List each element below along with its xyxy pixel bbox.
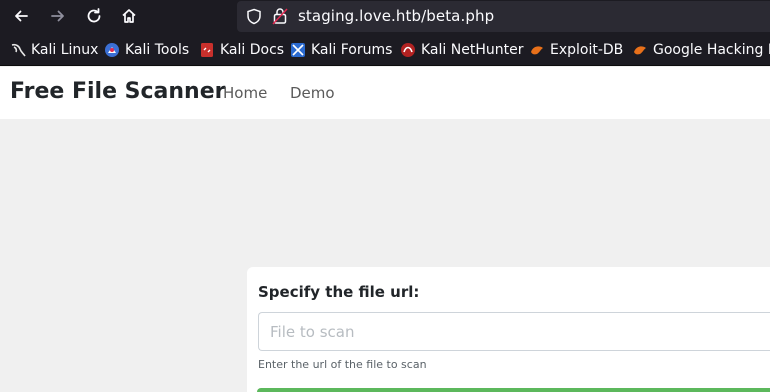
bookmark-label: Kali NetHunter [421, 42, 524, 58]
bookmark-kali-tools[interactable]: Kali Tools [104, 41, 189, 59]
scan-submit-button[interactable] [257, 388, 770, 392]
nethunter-icon [400, 42, 416, 58]
lock-icon[interactable] [272, 7, 288, 25]
bookmark-kali-docs[interactable]: Kali Docs [199, 41, 284, 59]
bookmark-label: Kali Linux [31, 42, 99, 58]
bookmark-kali-forums[interactable]: Kali Forums [290, 41, 392, 59]
bookmark-exploit-db[interactable]: Exploit-DB [529, 41, 623, 59]
forward-button[interactable] [46, 4, 70, 28]
kali-dragon-icon [10, 42, 26, 58]
url-text[interactable]: staging.love.htb/beta.php [298, 7, 494, 25]
nav-link-demo[interactable]: Demo [290, 84, 335, 102]
home-button[interactable] [117, 4, 141, 28]
back-arrow-icon [15, 10, 28, 22]
page-content: Free File Scanner Home Demo Specify the … [0, 67, 770, 392]
bookmark-label: Kali Docs [220, 42, 285, 58]
bookmark-kali-linux[interactable]: Kali Linux [10, 41, 98, 59]
file-url-label: Specify the file url: [258, 283, 420, 301]
browser-toolbar: staging.love.htb/beta.php [0, 0, 770, 33]
file-url-input[interactable] [258, 312, 770, 351]
file-url-help: Enter the url of the file to scan [258, 358, 427, 371]
scan-form-card: Specify the file url: Enter the url of t… [247, 267, 770, 392]
shield-icon[interactable] [246, 8, 262, 25]
ghdb-icon [632, 42, 648, 58]
bookmark-label: Kali Tools [125, 42, 190, 58]
kali-docs-icon [199, 42, 215, 58]
bookmark-google-hacking-db[interactable]: Google Hacking DB [632, 41, 770, 59]
url-bar[interactable]: staging.love.htb/beta.php [237, 1, 770, 32]
bookmark-kali-nethunter[interactable]: Kali NetHunter [400, 41, 523, 59]
bookmark-label: Google Hacking DB [653, 42, 770, 58]
bookmarks-bar: Kali Linux Kali Tools Kali Docs Kali For… [0, 33, 770, 66]
bookmark-label: Kali Forums [311, 42, 393, 58]
bookmark-label: Exploit-DB [550, 42, 624, 58]
kali-forums-icon [290, 42, 306, 58]
back-button[interactable] [9, 4, 33, 28]
nav-link-home[interactable]: Home [223, 84, 267, 102]
kali-tools-icon [104, 42, 120, 58]
forward-arrow-icon [51, 10, 64, 22]
site-brand[interactable]: Free File Scanner [10, 79, 226, 104]
reload-button[interactable] [82, 4, 106, 28]
site-navbar: Free File Scanner Home Demo [0, 67, 770, 119]
exploit-db-icon [529, 42, 545, 58]
home-icon [122, 9, 136, 23]
reload-icon [87, 8, 101, 23]
